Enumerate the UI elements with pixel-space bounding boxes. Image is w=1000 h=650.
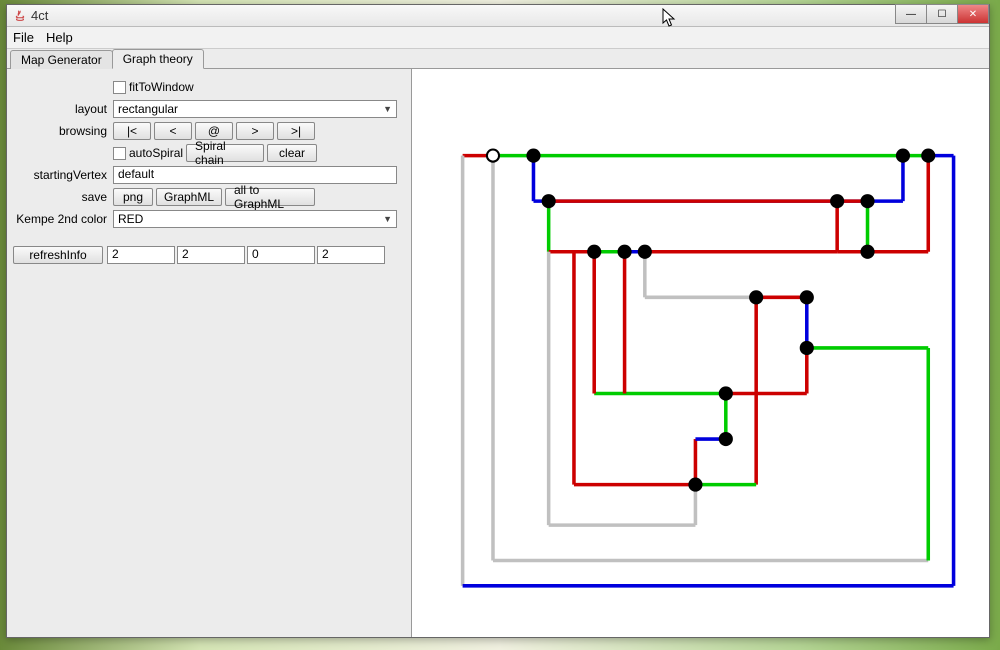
- kempe-value: RED: [118, 212, 143, 226]
- tab-map-generator[interactable]: Map Generator: [10, 50, 113, 69]
- chevron-down-icon: ▼: [383, 104, 392, 114]
- layout-value: rectangular: [118, 102, 178, 116]
- nav-at-button[interactable]: @: [195, 122, 233, 140]
- auto-spiral-checkbox[interactable]: [113, 147, 126, 160]
- info-field-1[interactable]: 2: [107, 246, 175, 264]
- minimize-button[interactable]: —: [895, 4, 927, 24]
- controls-panel: fitToWindow layout rectangular ▼ browsin…: [7, 69, 411, 637]
- fit-to-window-label: fitToWindow: [129, 80, 194, 94]
- app-window: 4ct — ☐ ✕ File Help Map Generator Graph …: [6, 4, 990, 638]
- nav-last-button[interactable]: >|: [277, 122, 315, 140]
- graph-canvas[interactable]: [411, 69, 989, 637]
- maximize-button[interactable]: ☐: [926, 4, 958, 24]
- browsing-label: browsing: [13, 124, 113, 138]
- menu-file[interactable]: File: [13, 30, 34, 45]
- starting-vertex-label: startingVertex: [13, 168, 113, 182]
- kempe-select[interactable]: RED ▼: [113, 210, 397, 228]
- kempe-label: Kempe 2nd color: [13, 212, 113, 226]
- titlebar: 4ct — ☐ ✕: [7, 5, 989, 27]
- save-label: save: [13, 190, 113, 204]
- tab-graph-theory[interactable]: Graph theory: [112, 49, 204, 69]
- nav-first-button[interactable]: |<: [113, 122, 151, 140]
- spiral-chain-button[interactable]: Spiral chain: [186, 144, 264, 162]
- menubar: File Help: [7, 27, 989, 49]
- save-graphml-button[interactable]: GraphML: [156, 188, 222, 206]
- window-title: 4ct: [31, 8, 48, 23]
- tab-row: Map Generator Graph theory: [7, 49, 989, 69]
- save-all-graphml-button[interactable]: all to GraphML: [225, 188, 315, 206]
- nav-next-button[interactable]: >: [236, 122, 274, 140]
- clear-button[interactable]: clear: [267, 144, 317, 162]
- info-field-4[interactable]: 2: [317, 246, 385, 264]
- nav-prev-button[interactable]: <: [154, 122, 192, 140]
- menu-help[interactable]: Help: [46, 30, 73, 45]
- java-icon: [13, 9, 27, 23]
- refresh-info-button[interactable]: refreshInfo: [13, 246, 103, 264]
- info-field-3[interactable]: 0: [247, 246, 315, 264]
- fit-to-window-checkbox[interactable]: [113, 81, 126, 94]
- close-button[interactable]: ✕: [957, 4, 989, 24]
- layout-select[interactable]: rectangular ▼: [113, 100, 397, 118]
- starting-vertex-value: default: [118, 167, 154, 181]
- layout-label: layout: [13, 102, 113, 116]
- chevron-down-icon: ▼: [383, 214, 392, 224]
- info-field-2[interactable]: 2: [177, 246, 245, 264]
- auto-spiral-label: autoSpiral: [129, 146, 183, 160]
- starting-vertex-input[interactable]: default: [113, 166, 397, 184]
- save-png-button[interactable]: png: [113, 188, 153, 206]
